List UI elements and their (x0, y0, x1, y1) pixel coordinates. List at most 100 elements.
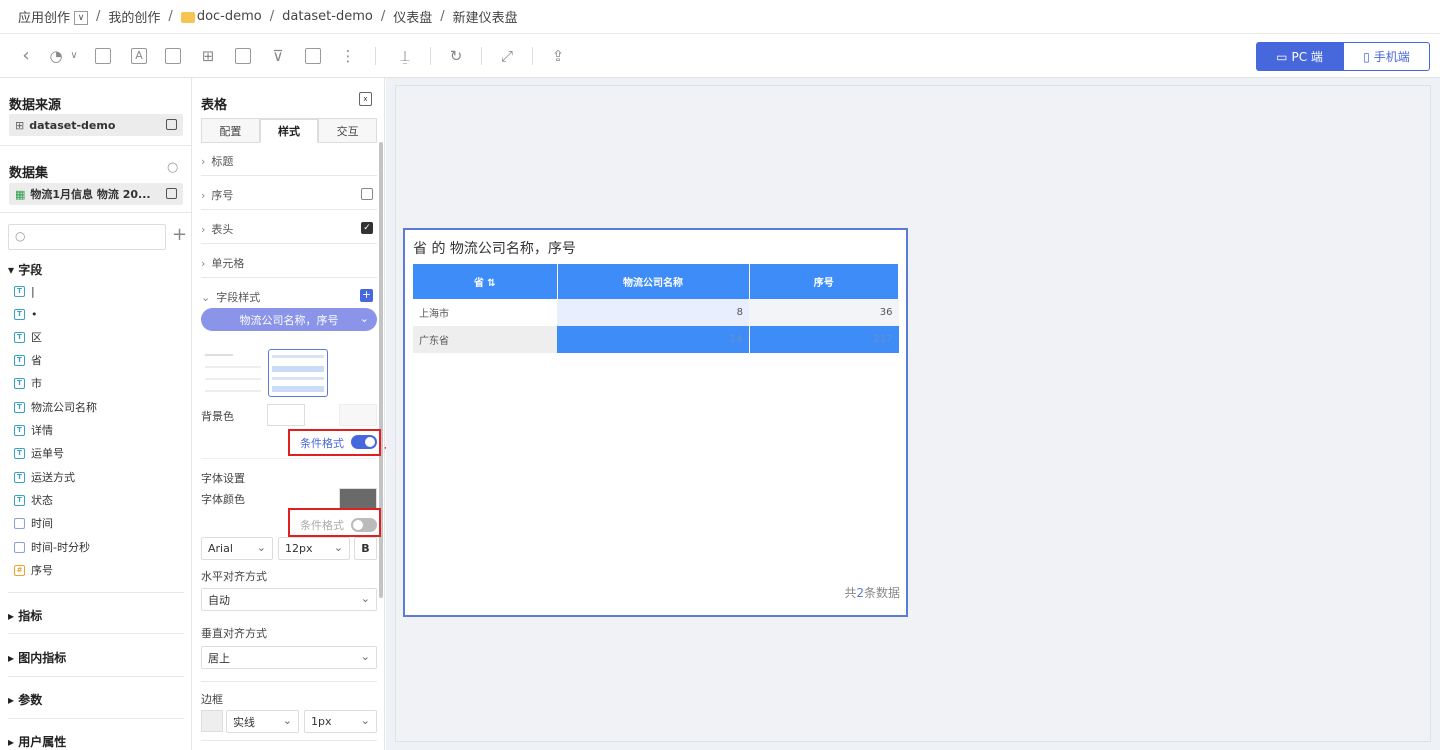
font-color-swatch[interactable] (339, 488, 377, 510)
datasource-selector[interactable]: ⊞ dataset-demo (9, 114, 183, 136)
breadcrumb-item[interactable]: 仪表盘 (393, 7, 432, 26)
table-cell: 217 (748, 326, 899, 353)
section-index[interactable]: › 序号 (201, 187, 377, 203)
table-widget[interactable]: 省 的 物流公司名称，序号 省 ⇅ 物流公司名称 序号 上海市 8 36 广东省… (403, 228, 908, 617)
chevron-down-icon[interactable]: ∨ (64, 46, 84, 66)
group-chart-metrics[interactable]: ▸ 图内指标 (8, 649, 66, 666)
group-params[interactable]: ▸ 参数 (8, 691, 42, 708)
share-icon[interactable]: ⇪ (548, 46, 568, 66)
v-align-label: 垂直对齐方式 (201, 627, 267, 640)
field-label: | (31, 284, 35, 298)
field-item[interactable]: T 物流公司名称 (14, 398, 97, 416)
components-icon[interactable]: ⊞ (198, 46, 218, 66)
field-style-select[interactable]: 物流公司名称，序号 ⌄ (201, 308, 377, 331)
fullscreen-icon[interactable]: ⤢ (497, 46, 517, 66)
field-item[interactable]: T | (14, 282, 35, 300)
group-user-attrs[interactable]: ▸ 用户属性 (8, 733, 66, 750)
border-label: 边框 (201, 693, 223, 706)
chevron-right-icon: › (201, 189, 206, 202)
section-cell[interactable]: › 单元格 (201, 255, 377, 271)
table-cell: 上海市 (419, 309, 449, 320)
font-family-select[interactable]: Arial ⌄ (201, 537, 273, 560)
field-item[interactable]: T 状态 (14, 491, 53, 509)
field-item[interactable]: T省 (14, 351, 42, 369)
table-row: 上海市 8 36 (413, 299, 899, 326)
table-style-thumb-plain[interactable] (203, 349, 263, 397)
chevron-right-icon: › (201, 155, 206, 168)
text-field-icon: T (14, 471, 25, 483)
breadcrumb-item[interactable]: 应用创作 (18, 7, 70, 26)
chevron-down-icon[interactable]: ∨ (74, 10, 89, 25)
column-header-province[interactable]: 省 ⇅ (413, 264, 558, 299)
dataset-selector[interactable]: ▦ 物流1月信息 物流 20... (9, 183, 183, 205)
font-size-select[interactable]: 12px ⌄ (278, 537, 350, 560)
index-checkbox[interactable] (361, 188, 373, 200)
section-field-style[interactable]: ⌄ 字段样式 + (201, 289, 377, 305)
border-color-swatch[interactable] (201, 710, 223, 732)
field-item[interactable]: T 运单号 (14, 444, 64, 462)
tab-interaction[interactable]: 交互 (318, 118, 378, 143)
column-header-company[interactable]: 物流公司名称 (557, 264, 750, 299)
bg-color-swatch[interactable] (267, 404, 305, 426)
dataset-title: 数据集 (9, 166, 49, 181)
tab-style[interactable]: 样式 (259, 118, 319, 143)
field-item[interactable]: 时间-时分秒 (14, 538, 90, 556)
section-header[interactable]: › 表头 ✓ (201, 221, 377, 237)
image-icon[interactable] (95, 48, 111, 64)
field-item[interactable]: T 运送方式 (14, 468, 75, 486)
refresh-icon[interactable]: ↻ (446, 46, 466, 66)
fields-group-toggle[interactable]: ▾ 字段 (8, 261, 42, 278)
field-item[interactable]: T 详情 (14, 421, 53, 439)
field-label: 运送方式 (31, 471, 75, 484)
layout-icon[interactable] (305, 48, 321, 64)
field-item[interactable]: # 序号 (14, 561, 53, 579)
presentation-icon[interactable]: ⍊ (395, 46, 415, 66)
table-style-thumb-striped[interactable] (268, 349, 328, 397)
breadcrumb-item: 新建仪表盘 (452, 11, 518, 26)
border-width-select[interactable]: 1px ⌄ (304, 710, 377, 733)
text-field-icon: T (14, 331, 25, 343)
back-icon[interactable]: ‹ (16, 46, 36, 66)
header-checkbox[interactable]: ✓ (361, 222, 373, 234)
field-item[interactable]: 时间 (14, 514, 53, 532)
field-item[interactable]: T市 (14, 374, 42, 392)
table-cell: 广东省 (419, 336, 449, 347)
add-icon[interactable]: + (172, 226, 187, 244)
annotation-box-off (288, 508, 381, 537)
breadcrumb-item[interactable]: 我的创作 (108, 7, 160, 26)
chevron-down-icon: ⌄ (201, 291, 211, 304)
tab-config[interactable]: 配置 (201, 118, 260, 143)
add-icon[interactable]: + (360, 289, 373, 302)
table-cell: 8 (557, 299, 749, 326)
field-item[interactable]: T区 (14, 328, 42, 346)
bg-color-swatch-alt[interactable] (339, 404, 377, 426)
field-label: 时间 (31, 517, 53, 530)
field-search-input[interactable]: ○ (8, 224, 166, 250)
table-row: 广东省 14 217 (413, 326, 899, 353)
field-label: 区 (31, 331, 42, 344)
chart-add-icon[interactable]: ◔ (46, 46, 66, 66)
more-icon[interactable]: ⋮ (338, 46, 358, 66)
bold-button[interactable]: B (354, 537, 377, 560)
panel-tabs: 配置 样式 交互 (201, 118, 378, 143)
text-icon[interactable]: A (131, 48, 147, 64)
border-style-select[interactable]: 实线 ⌄ (226, 710, 299, 733)
group-metrics[interactable]: ▸ 指标 (8, 607, 42, 624)
search-icon[interactable]: ○ (167, 160, 178, 175)
switch-icon[interactable] (166, 188, 177, 199)
breadcrumb-item[interactable]: dataset-demo (282, 9, 373, 24)
h-align-select[interactable]: 自动 ⌄ (201, 588, 377, 611)
table-icon[interactable] (165, 48, 181, 64)
calendar-icon (14, 517, 25, 529)
form-icon[interactable] (235, 48, 251, 64)
mobile-mode-button[interactable]: ▯ 手机端 (1343, 42, 1430, 71)
filter-icon[interactable]: ⊽ (268, 46, 288, 66)
pc-mode-button[interactable]: ▭ PC 端 (1256, 42, 1343, 71)
v-align-select[interactable]: 居上 ⌄ (201, 646, 377, 669)
switch-icon[interactable] (166, 119, 177, 130)
column-header-index[interactable]: 序号 (749, 264, 899, 299)
section-title[interactable]: › 标题 (201, 153, 377, 169)
breadcrumb-item[interactable]: doc-demo (197, 9, 262, 24)
field-item[interactable]: T • (14, 305, 38, 323)
excel-icon[interactable]: x (359, 92, 372, 106)
